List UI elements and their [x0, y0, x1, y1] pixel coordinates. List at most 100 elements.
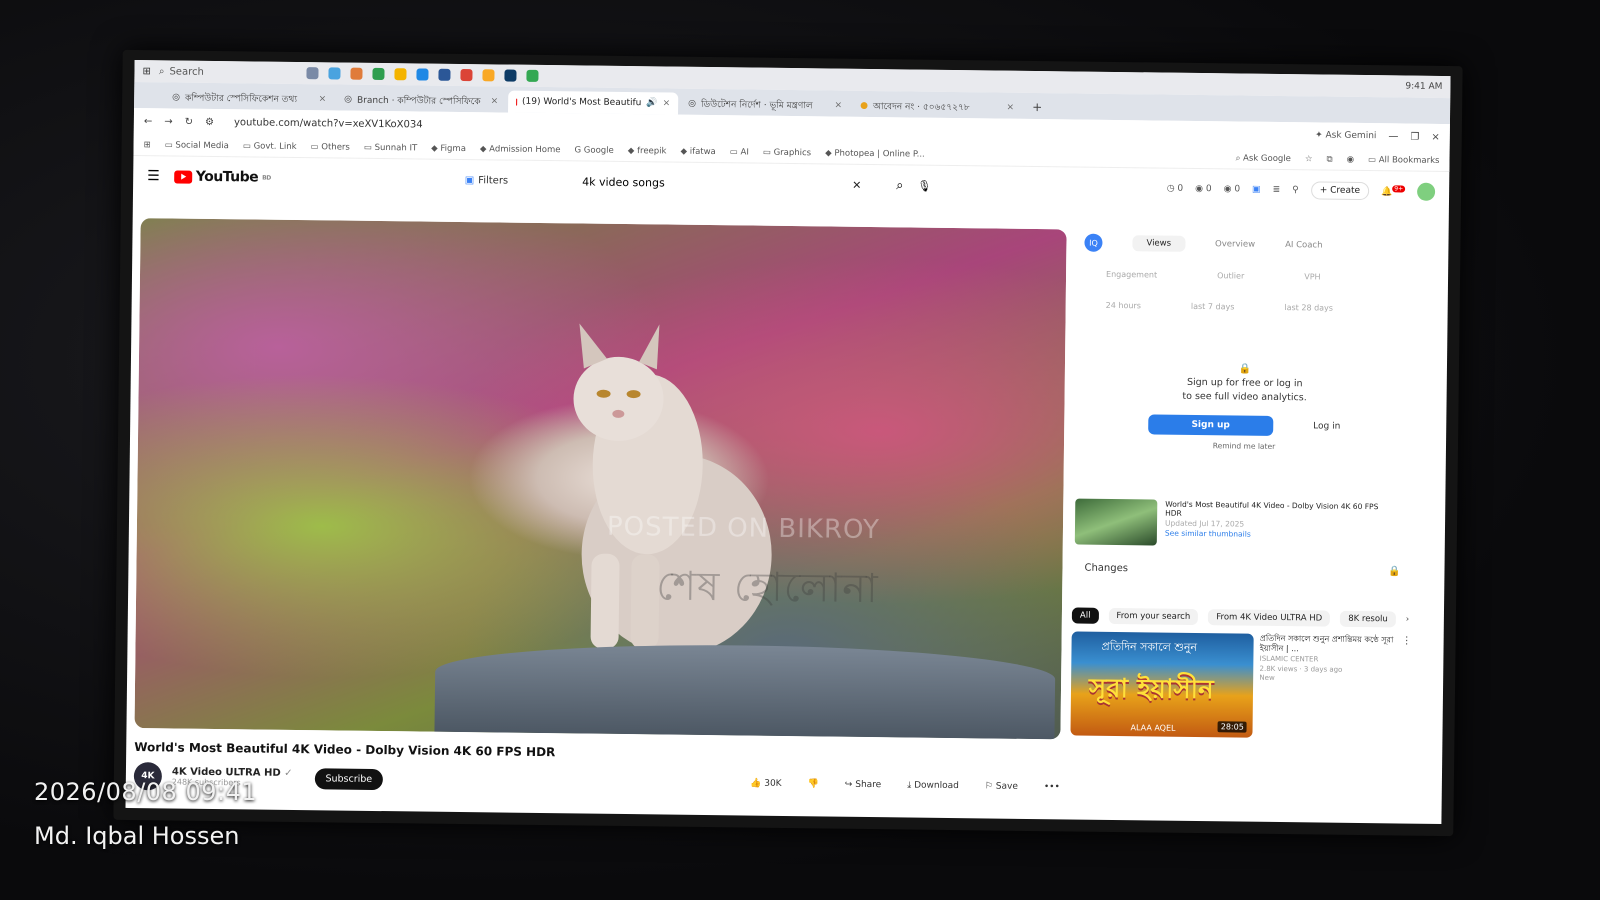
youtube-logo[interactable]: YouTube BD — [173, 168, 271, 186]
recommended-thumbnail[interactable]: প্রতিদিন সকালে শুনুন সূরা ইয়াসীন ALAA A… — [1070, 630, 1254, 738]
filters-button[interactable]: ▣ Filters — [465, 175, 509, 187]
bookmark-item[interactable]: ◆ Figma — [431, 143, 466, 153]
tab-overview[interactable]: Overview — [1215, 239, 1255, 249]
video-thumbnail[interactable] — [1074, 498, 1158, 546]
ask-gemini-button[interactable]: ✦ Ask Gemini — [1315, 130, 1376, 141]
browser-tab[interactable]: ◎ কম্পিউটার স্পেসিফিকেশন তথ্য × — [164, 86, 334, 110]
bookmark-item[interactable]: ◆ ifatwa — [680, 146, 715, 156]
bookmark-item[interactable]: ▭ Sunnah IT — [364, 142, 417, 153]
reload-icon[interactable]: ↻ — [185, 116, 194, 127]
extension-icon[interactable]: ≣ — [1273, 185, 1281, 195]
close-icon[interactable]: × — [663, 98, 671, 108]
site-info-icon[interactable]: ⚙ — [205, 116, 214, 127]
profile-icon[interactable]: ◉ — [1347, 154, 1355, 164]
video-player[interactable]: POSTED ON BIKROY শেষ হোলোনা — [134, 218, 1067, 740]
star-icon[interactable]: ☆ — [1305, 154, 1313, 164]
bookmark-item[interactable]: ◆ Photopea | Online P... — [825, 148, 925, 159]
taskbar-search[interactable]: ⌕ Search — [159, 66, 279, 78]
chevron-right-icon[interactable]: › — [1406, 614, 1410, 624]
forward-icon[interactable]: → — [164, 116, 173, 127]
bookmark-item[interactable]: ◆ Admission Home — [480, 144, 561, 155]
word-icon[interactable] — [438, 68, 451, 81]
minimize-icon[interactable]: — — [1388, 131, 1398, 142]
video-info: World's Most Beautiful 4K Video - Dolby … — [133, 740, 1061, 801]
photoshop-icon[interactable] — [504, 69, 517, 82]
thumbnail-info: World's Most Beautiful 4K Video - Dolby … — [1165, 499, 1396, 548]
chrome-icon[interactable] — [460, 68, 473, 82]
apps-grid-icon[interactable]: ⊞ — [144, 140, 151, 150]
chip-all[interactable]: All — [1071, 606, 1099, 624]
chrome-icon[interactable] — [526, 69, 539, 82]
ask-google-button[interactable]: ⌕ Ask Google — [1236, 153, 1291, 164]
chip-8k[interactable]: 8K resolu — [1340, 610, 1396, 627]
bookmark-item[interactable]: ▭ Graphics — [763, 147, 811, 158]
close-icon[interactable]: × — [491, 96, 499, 106]
extensions-icon[interactable]: ⧉ — [1326, 154, 1332, 164]
bookmark-item[interactable]: ▭ AI — [730, 147, 749, 157]
log-in-button[interactable]: Log in — [1313, 421, 1340, 431]
share-button[interactable]: ↪ Share — [845, 780, 882, 790]
similar-thumbnails-link[interactable]: See similar thumbnails — [1165, 528, 1395, 541]
maximize-icon[interactable]: ❐ — [1410, 131, 1419, 142]
task-view-icon[interactable] — [306, 67, 319, 80]
browser-tab[interactable]: ● আবেদন নং · ৫০৬৫৭২৭৮ × — [852, 95, 1022, 119]
taskbar-clock[interactable]: 9:41 AM — [1405, 82, 1442, 92]
microphone-icon[interactable]: 🎙 — [917, 179, 931, 192]
all-bookmarks[interactable]: ▭ All Bookmarks — [1368, 155, 1440, 166]
save-button[interactable]: ⚐ Save — [985, 781, 1018, 791]
period-28d[interactable]: last 28 days — [1284, 303, 1333, 313]
bookmark-item[interactable]: ◆ freepik — [628, 146, 667, 156]
like-button[interactable]: 👍 30K — [750, 779, 782, 789]
search-input[interactable] — [582, 174, 853, 192]
chip-from-search[interactable]: From your search — [1108, 607, 1199, 625]
recommended-video[interactable]: প্রতিদিন সকালে শুনুন সূরা ইয়াসীন ALAA A… — [1070, 630, 1412, 739]
chip-from-channel[interactable]: From 4K Video ULTRA HD — [1208, 608, 1331, 627]
clear-search-icon[interactable]: ✕ — [852, 178, 861, 191]
sign-up-button[interactable]: Sign up — [1148, 413, 1274, 436]
browser-tab[interactable]: ◎ ডিউটেশন নির্দেশ · ভূমি মন্ত্রণাল × — [680, 93, 850, 117]
speaker-icon[interactable]: 🔊 — [646, 98, 657, 108]
bookmark-item[interactable]: ▭ Govt. Link — [243, 141, 297, 152]
remind-later-link[interactable]: Remind me later — [1074, 439, 1414, 452]
app-icon[interactable] — [350, 67, 363, 80]
bookmark-item[interactable]: ▭ Others — [311, 142, 350, 152]
avatar[interactable] — [1417, 182, 1436, 201]
close-icon[interactable]: × — [1007, 103, 1015, 113]
window-close-icon[interactable]: × — [1431, 131, 1440, 142]
period-24h[interactable]: 24 hours — [1106, 301, 1141, 310]
extension-icon[interactable]: ⚲ — [1292, 185, 1299, 195]
folder-icon[interactable] — [482, 69, 495, 82]
close-icon[interactable]: × — [319, 94, 327, 104]
browser-tab-active[interactable]: (19) World's Most Beautifu 🔊 × — [508, 90, 679, 115]
url-field[interactable]: youtube.com/watch?v=xeXV1KoX034 — [234, 117, 423, 130]
lock-icon: 🔒 — [1387, 565, 1401, 577]
notification-bell-icon[interactable]: 🔔 9+ — [1381, 185, 1406, 197]
app-icon[interactable] — [328, 67, 341, 80]
more-icon[interactable]: ••• — [1044, 782, 1060, 792]
bookmark-item[interactable]: G Google — [574, 145, 613, 155]
menu-icon[interactable]: ☰ — [147, 168, 160, 184]
edge-icon[interactable] — [416, 68, 429, 81]
excel-icon[interactable] — [372, 67, 385, 81]
download-button[interactable]: ⤓ Download — [907, 780, 959, 791]
close-icon[interactable]: × — [835, 101, 843, 111]
period-7d[interactable]: last 7 days — [1191, 302, 1235, 312]
tab-ai-coach[interactable]: AI Coach — [1285, 240, 1323, 250]
new-tab-button[interactable]: + — [1024, 100, 1050, 119]
tab-views[interactable]: Views — [1132, 235, 1186, 252]
search-icon[interactable]: ⌕ — [896, 178, 903, 193]
windows-start-icon[interactable]: ⊞ — [142, 66, 151, 77]
dislike-button[interactable]: 👎 — [808, 779, 819, 789]
create-button[interactable]: + Create — [1310, 181, 1370, 201]
recommended-info: প্রতিদিন সকালে শুনুন প্রশান্তিময় কণ্ঠে … — [1259, 633, 1396, 739]
more-vert-icon[interactable]: ⋮ — [1400, 635, 1412, 739]
subscribe-button[interactable]: Subscribe — [314, 767, 384, 790]
browser-tab[interactable]: ◎ Branch · কম্পিউটার স্পেসিফিকে × — [336, 88, 506, 112]
recommended-title[interactable]: প্রতিদিন সকালে শুনুন প্রশান্তিময় কণ্ঠে … — [1260, 633, 1396, 656]
drive-icon[interactable] — [394, 68, 407, 81]
bookmark-item[interactable]: ▭ Social Media — [165, 140, 229, 151]
extension-icon[interactable]: ▣ — [1252, 185, 1261, 195]
back-icon[interactable]: ← — [144, 116, 153, 127]
changes-row[interactable]: Changes 🔒 — [1072, 562, 1412, 577]
bookmark-icon: ⚐ — [984, 781, 993, 792]
